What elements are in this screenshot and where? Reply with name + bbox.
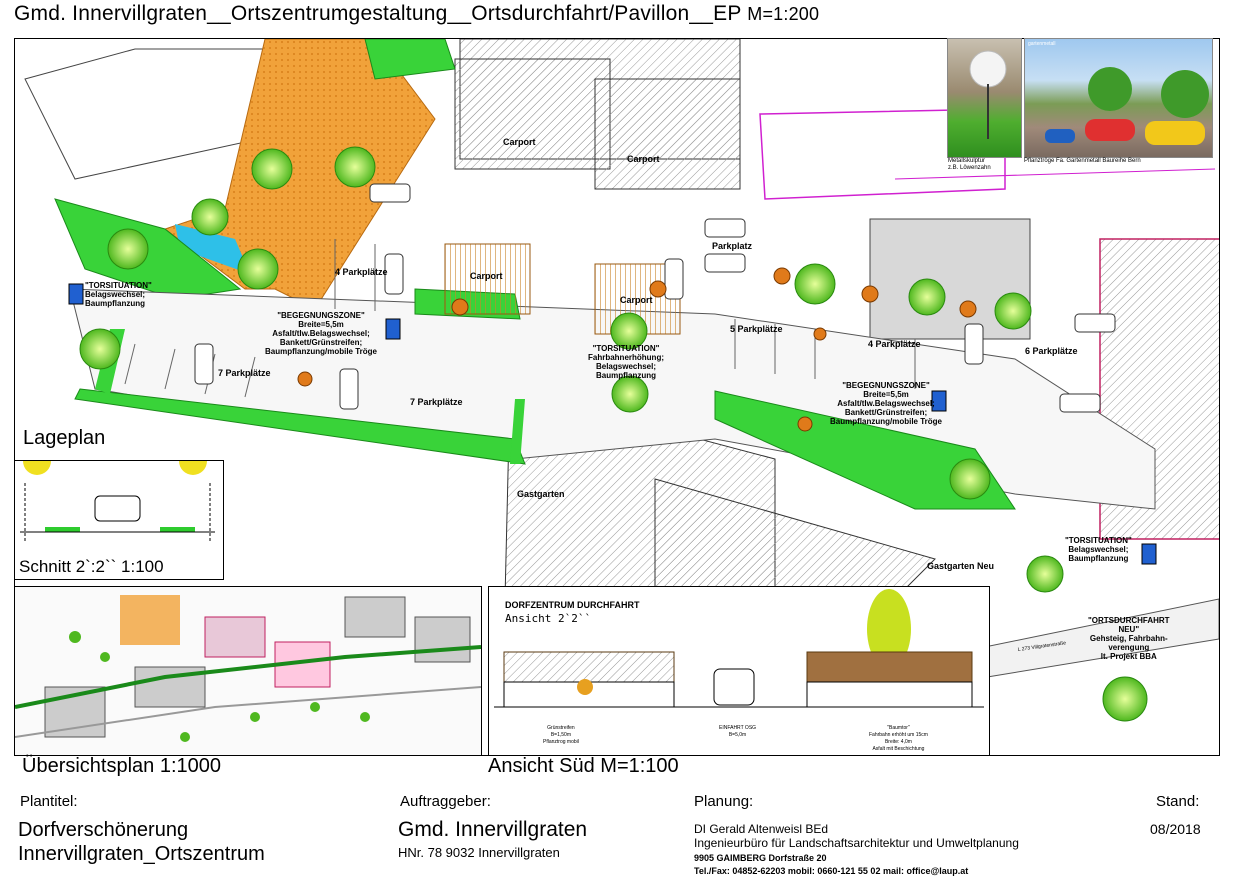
- label-gastgarten: Gastgarten: [517, 489, 565, 499]
- auftraggeber-name: Gmd. Innervillgraten: [398, 818, 588, 841]
- annotation-torsituation-3: "TORSITUATION" Belagswechsel; Baumpflanzun…: [1065, 536, 1132, 563]
- planters-illustration: [1045, 67, 1209, 145]
- label-parking-4: 5 Parkplätze: [730, 324, 783, 334]
- auftraggeber-heading: Auftraggeber:: [400, 793, 491, 810]
- uebersicht-frame: [14, 586, 482, 756]
- label-parking-2: 7 Parkplätze: [218, 368, 271, 378]
- uebersicht-label: Übersichtsplan 1:1000: [22, 755, 222, 777]
- plantitel-heading: Plantitel:: [20, 793, 78, 810]
- label-parking-5: 4 Parkplätze: [868, 339, 921, 349]
- photo-sculpture-caption: Metallskulptur z.B. Löwenzahn: [948, 158, 991, 171]
- stand-date: 08/2018: [1150, 821, 1201, 837]
- label-parking-3: 7 Parkplätze: [410, 397, 463, 407]
- label-carport-top: Carport: [503, 137, 536, 147]
- plan-title: Gmd. Innervillgraten__Ortszentrumgestalt…: [14, 2, 820, 25]
- ansicht-label: Ansicht Süd M=1:100: [488, 755, 679, 777]
- photo-planters: gartenmetall: [1024, 38, 1213, 158]
- schnitt-label: Schnitt 2`:2`` 1:100: [19, 557, 164, 576]
- lageplan-label: Lageplan: [23, 427, 106, 449]
- plantitel-text: Dorfverschönerung Innervillgraten_Ortszen…: [18, 819, 265, 865]
- ansicht-note-einfahrt: EINFAHRT OSG B=5,0m: [719, 725, 757, 738]
- ansicht-frame: DORFZENTRUM DURCHFAHRT Ansicht 2`2`` Grü…: [488, 586, 990, 756]
- photo-sculpture: [947, 38, 1022, 158]
- label-carport-2: Carport: [620, 295, 653, 305]
- uebersicht-drawing: [15, 595, 481, 742]
- label-gastgarten-neu: Gastgarten Neu: [927, 561, 994, 571]
- planung-address: 9905 GAIMBERG Dorfstraße 20: [694, 853, 827, 863]
- stand-heading: Stand:: [1156, 793, 1200, 810]
- label-parking-1: 4 Parkplätze: [335, 267, 388, 277]
- ansicht-subheading: Ansicht 2`2``: [505, 612, 592, 625]
- ansicht-note-gruen: Grünstreifen B=1,50m Pflanztrog mobil: [543, 725, 579, 745]
- planung-contact: Tel./Fax: 04852-62203 mobil: 0660-121 55…: [694, 866, 969, 876]
- photo-planters-caption: Pflanztröge Fa. Gartenmetall Baureihe Be…: [1024, 158, 1141, 164]
- ansicht-heading: DORFZENTRUM DURCHFAHRT: [505, 600, 640, 610]
- label-carport-1: Carport: [470, 271, 503, 281]
- auftraggeber-address: HNr. 78 9032 Innervillgraten: [398, 845, 560, 860]
- photo-planters-note: gartenmetall: [1028, 41, 1056, 47]
- schnitt-frame: Schnitt 2`:2`` 1:100: [14, 460, 224, 580]
- planung-text: DI Gerald Altenweisl BEd Ingenieurbüro fü…: [694, 822, 1019, 850]
- sculpture-illustration: [969, 50, 1007, 139]
- label-parkplatz: Parkplatz: [712, 241, 753, 251]
- annotation-ortsdurchfahrt: "ORTSDURCHFAHRT NEU" Gehsteig, Fahrbahn-ve…: [1088, 616, 1170, 661]
- annotation-begegnungszone-2: "BEGEGNUNGSZONE" Breite=5,5m Asfalt/tlw.Be…: [830, 381, 943, 426]
- label-carport-top2: Carport: [627, 154, 660, 164]
- planung-heading: Planung:: [694, 793, 754, 810]
- ansicht-note-baumtor: "Baumtor" Fahrbahn erhöht um 15cm Breite: …: [869, 725, 928, 752]
- label-parking-6: 6 Parkplätze: [1025, 346, 1078, 356]
- annotation-torsituation-1: "TORSITUATION" Belagswechsel; Baumpflanzun…: [85, 281, 152, 308]
- annotation-begegnungszone-1: "BEGEGNUNGSZONE" Breite=5,5m Asfalt/tlw.Be…: [265, 311, 378, 356]
- annotation-torsituation-2: "TORSITUATION" Fahrbahnerhöhung; Belagswec…: [588, 344, 664, 380]
